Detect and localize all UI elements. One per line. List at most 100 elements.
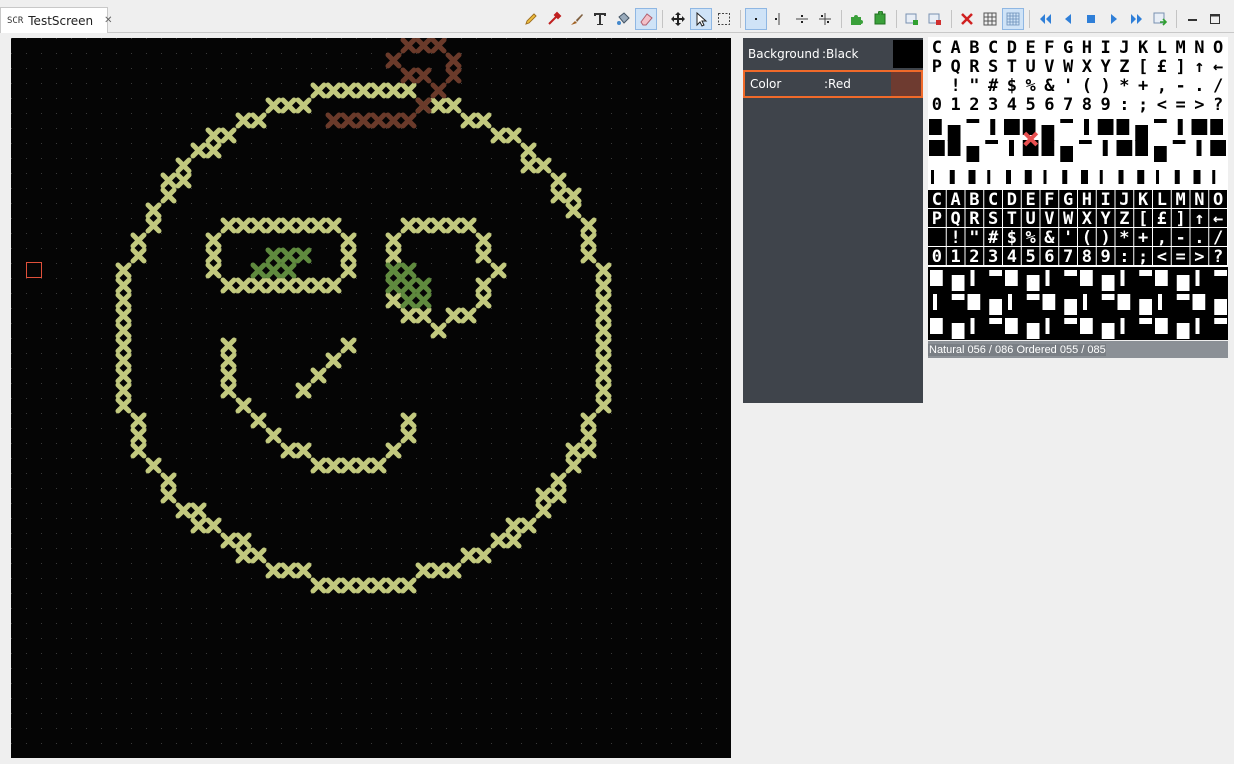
puzzle-alt-icon[interactable]: [869, 8, 891, 30]
inverse-graphics-glyph: [1064, 318, 1077, 324]
foreground-color-row[interactable]: Color :Red: [743, 70, 923, 98]
grid-icon[interactable]: [979, 8, 1001, 30]
glyph: 9: [1101, 95, 1111, 115]
inverse-graphics-glyph: [1195, 270, 1200, 286]
clear-icon[interactable]: [956, 8, 978, 30]
play-icon[interactable]: [1103, 8, 1125, 30]
prev-icon[interactable]: [1057, 8, 1079, 30]
background-color-row[interactable]: Background :Black: [743, 40, 923, 68]
glyph: #: [988, 76, 999, 96]
inverse-graphics-glyph: [1005, 270, 1018, 286]
inverse-glyph: [: [1138, 209, 1148, 229]
glyph: ,: [1157, 76, 1167, 96]
glyph: ': [1063, 76, 1073, 96]
graphics-glyph: [1043, 170, 1047, 184]
text-icon[interactable]: [589, 8, 611, 30]
close-icon[interactable]: ✕: [104, 15, 112, 26]
glyph: Z: [1119, 57, 1129, 77]
screen-canvas[interactable]: [11, 38, 731, 758]
glyph: !: [951, 76, 961, 96]
graphics-glyph: [1174, 170, 1180, 184]
glyph: ↑: [1194, 57, 1204, 77]
stitch-canvas[interactable]: [11, 38, 731, 758]
glyph: %: [1026, 76, 1037, 96]
inverse-graphics-glyph: [1045, 318, 1050, 334]
graphics-glyph: [1099, 170, 1103, 184]
inverse-graphics-glyph: [1158, 294, 1162, 310]
color-swatch: [891, 72, 921, 96]
graphics-glyph: [1210, 119, 1223, 135]
export-icon[interactable]: [1149, 8, 1171, 30]
select-icon[interactable]: [690, 8, 712, 30]
graphics-glyph: [968, 170, 976, 184]
inverse-graphics-glyph: [1176, 275, 1190, 291]
inverse-glyph: S: [988, 209, 998, 229]
inverse-glyph: M: [1176, 190, 1186, 210]
marquee-icon[interactable]: [713, 8, 735, 30]
inverse-glyph: B: [969, 190, 979, 210]
charset-grid[interactable]: C A B C D E F G H I J K L M N O P Q R S T U V W X Y Z[£] ↑ ← ! " # $% & '…: [928, 37, 1228, 340]
remove-screen-icon[interactable]: [924, 8, 946, 30]
inverse-graphics-glyph: [1117, 294, 1131, 310]
maximize-icon[interactable]: [1204, 8, 1226, 30]
graphics-glyph: [1116, 119, 1130, 135]
screen-file-icon: SCR: [7, 15, 24, 26]
eraser-icon[interactable]: [635, 8, 657, 30]
last-icon[interactable]: [1126, 8, 1148, 30]
inverse-graphics-glyph: [1064, 270, 1077, 276]
graphics-glyph: [1177, 119, 1183, 135]
fill-icon[interactable]: [612, 8, 634, 30]
mirror-h-icon[interactable]: [791, 8, 813, 30]
inverse-glyph: 7: [1063, 247, 1073, 267]
stop-icon[interactable]: [1080, 8, 1102, 30]
inverse-graphics-glyph: [1083, 294, 1087, 310]
charset-glyphs[interactable]: C A B C D E F G H I J K L M N OP Q R S T U V W X Y Z[£] ↑ ← ! " # $% & '…: [928, 37, 1228, 340]
glyph: 0: [932, 95, 942, 115]
puzzle-icon[interactable]: [846, 8, 868, 30]
glyph: X: [1082, 57, 1093, 77]
graphics-glyph: [929, 119, 942, 135]
inverse-glyph: H: [1082, 190, 1092, 210]
grid-fine-icon[interactable]: [1002, 8, 1024, 30]
mirror-v-icon[interactable]: [768, 8, 790, 30]
graphics-glyph: [1081, 170, 1088, 184]
graphics-glyph: [1210, 140, 1226, 156]
pencil-icon[interactable]: [520, 8, 542, 30]
inverse-graphics-glyph: [951, 323, 965, 339]
inverse-graphics-glyph: [1155, 270, 1168, 286]
glyph: B: [969, 38, 979, 58]
move-icon[interactable]: [667, 8, 689, 30]
graphics-glyph: [1116, 140, 1133, 156]
inverse-glyph: $: [1007, 228, 1017, 248]
toolbar-separator: [896, 10, 897, 28]
first-icon[interactable]: [1034, 8, 1056, 30]
inverse-graphics-glyph: [1101, 323, 1115, 339]
inverse-glyph: A: [951, 190, 961, 210]
inverse-glyph: D: [1007, 190, 1017, 210]
inverse-glyph: ): [1101, 228, 1111, 248]
graphics-glyph: [1154, 119, 1167, 123]
inverse-glyph: N: [1194, 190, 1204, 210]
tab-testscreen[interactable]: SCR TestScreen ✕: [0, 7, 113, 33]
glyph: A: [951, 38, 961, 58]
inverse-graphics-glyph: [1214, 299, 1227, 315]
glyph: W: [1063, 57, 1074, 77]
glyph: 1: [951, 95, 961, 115]
add-screen-icon[interactable]: [901, 8, 923, 30]
charset-status-text: Natural 056 / 086 Ordered 055 / 085: [928, 343, 1106, 356]
mirror-both-icon[interactable]: [814, 8, 836, 30]
glyph: G: [1063, 38, 1073, 58]
graphics-glyph: [1196, 140, 1202, 156]
point-icon[interactable]: [745, 8, 767, 30]
glyph: J: [1119, 38, 1129, 58]
inverse-graphics-glyph: [1120, 318, 1125, 334]
inverse-graphics-glyph: [1080, 318, 1093, 334]
graphics-glyph: [929, 140, 945, 156]
brush-icon[interactable]: [566, 8, 588, 30]
pipette-icon[interactable]: [543, 8, 565, 30]
minimize-icon[interactable]: [1181, 8, 1203, 30]
inverse-glyph: .: [1194, 228, 1204, 248]
graphics-glyph: [1135, 140, 1148, 156]
glyph: -: [1176, 76, 1186, 96]
charset-status-bar: Natural 056 / 086 Ordered 055 / 085: [928, 341, 1228, 358]
